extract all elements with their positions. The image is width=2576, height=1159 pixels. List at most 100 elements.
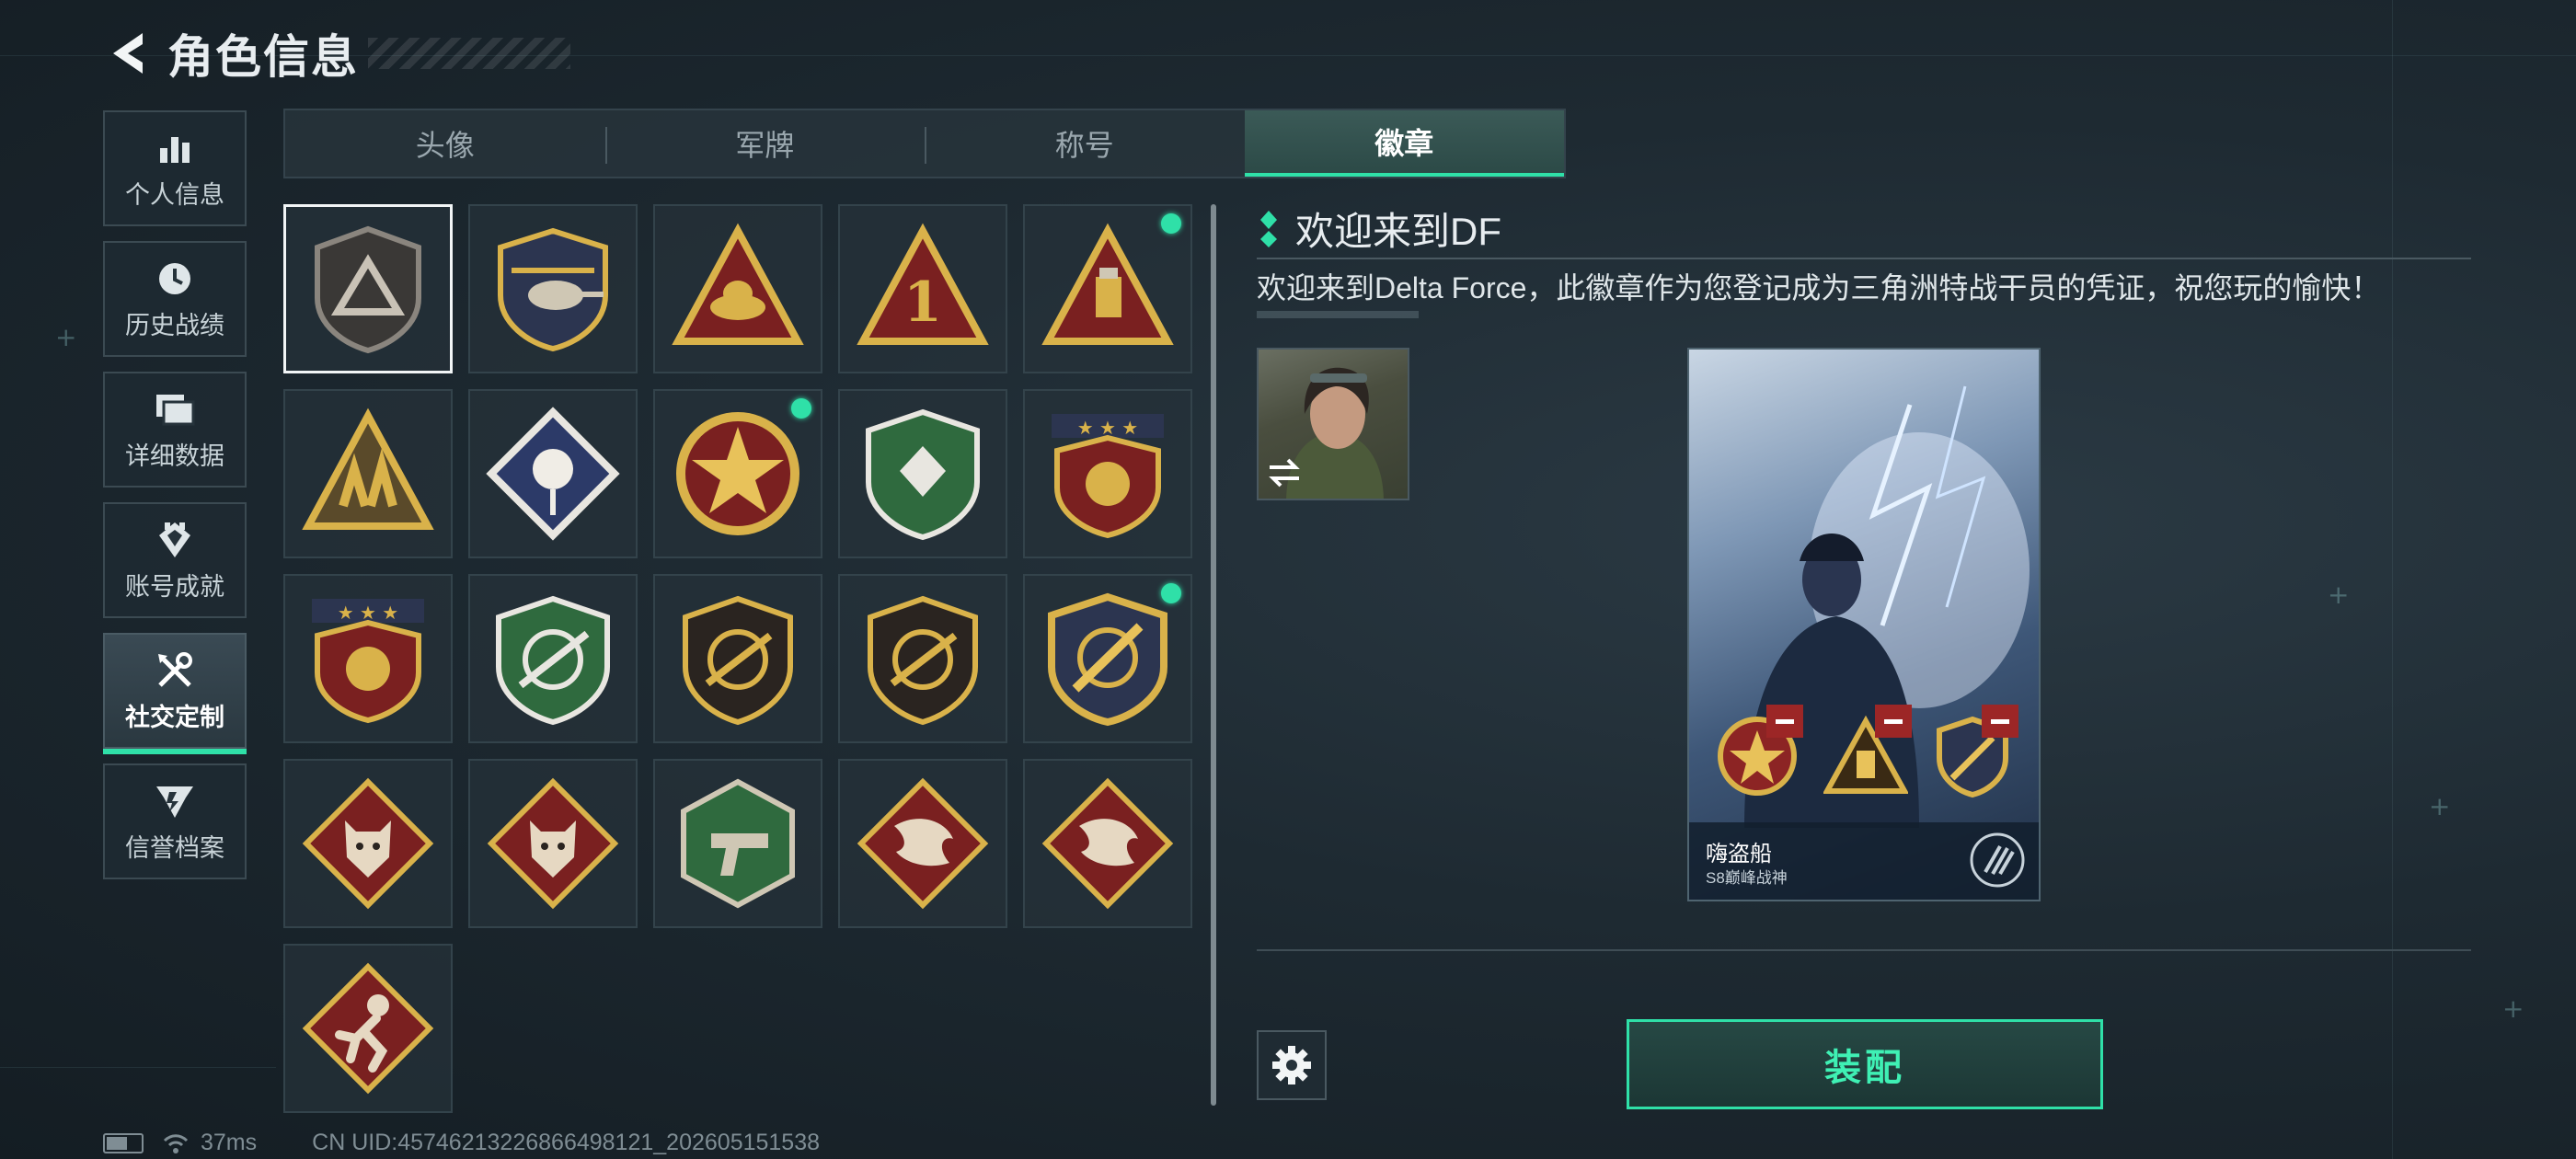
badge-item[interactable] <box>653 759 822 928</box>
equipped-badge-slot-1[interactable] <box>1715 705 1803 798</box>
badge-item[interactable] <box>1023 204 1192 373</box>
wifi-icon <box>163 1133 189 1153</box>
new-indicator-dot <box>1161 583 1181 603</box>
badge-diamond-dragon-2-icon <box>1041 777 1174 910</box>
badge-item[interactable] <box>468 759 638 928</box>
sidebar-item-history[interactable]: 历史战绩 <box>103 241 247 357</box>
badge-detail-title: 欢迎来到DF <box>1295 210 1501 253</box>
sidebar-item-label: 账号成就 <box>125 572 224 601</box>
badge-item[interactable] <box>468 389 638 558</box>
description-decoration <box>1257 311 1419 318</box>
remove-badge-button[interactable] <box>1766 705 1803 738</box>
divider <box>1257 258 2471 259</box>
sidebar-item-achievements[interactable]: 账号成就 <box>103 502 247 618</box>
folder-icon <box>154 388 196 430</box>
badge-item[interactable] <box>653 574 822 743</box>
badge-item[interactable]: ★ ★ ★ <box>1023 389 1192 558</box>
badge-dark-rifle-shield-2-icon <box>868 595 978 726</box>
badge-hex-green-pistol-icon <box>681 778 795 909</box>
page-title: 角色信息 <box>167 31 359 83</box>
badge-item[interactable] <box>838 759 1007 928</box>
card-info-bar: 嗨盗船 S8巅峰战神 <box>1689 822 2039 900</box>
sidebar-item-social-custom[interactable]: 社交定制 <box>103 633 247 754</box>
badge-green-shield-icon <box>866 408 980 541</box>
sidebar-item-label: 信誉档案 <box>125 833 224 862</box>
badge-green-rifle-shield-icon <box>496 595 610 726</box>
badge-detail-header: 欢迎来到DF <box>1259 201 1501 257</box>
tab-badge[interactable]: 徽章 <box>1244 110 1564 177</box>
badge-item[interactable] <box>838 389 1007 558</box>
new-indicator-dot <box>1161 213 1181 234</box>
remove-badge-button[interactable] <box>1982 705 2018 738</box>
sidebar-item-detailed-data[interactable]: 详细数据 <box>103 372 247 488</box>
sidebar-item-personal-info[interactable]: 个人信息 <box>103 110 247 226</box>
badge-diamond-rose-icon <box>486 407 620 541</box>
equipped-badge-slot-2[interactable] <box>1822 705 1912 798</box>
badge-diamond-wolf-icon <box>302 777 434 910</box>
settings-button[interactable] <box>1257 1030 1327 1100</box>
badge-triangle-lotus-icon <box>672 223 804 345</box>
new-indicator-dot <box>791 398 811 419</box>
badge-diamond-runner-icon <box>302 962 434 1095</box>
badge-item[interactable]: 1 <box>838 204 1007 373</box>
badge-item[interactable] <box>283 204 453 373</box>
sidebar: 个人信息 历史战绩 详细数据 账号成就 社交定制 信誉档案 <box>103 110 250 894</box>
badge-gold-knife-shield-icon <box>1048 592 1167 727</box>
badge-item[interactable] <box>283 944 453 1113</box>
rank-emblem-icon <box>1970 832 2025 888</box>
badge-item[interactable] <box>838 574 1007 743</box>
back-arrow-icon[interactable] <box>101 21 156 86</box>
badge-red-shield-gem-icon: ★ ★ ★ <box>312 599 424 724</box>
badge-helicopter-shield-icon <box>498 227 608 352</box>
badge-shield-triangle-icon <box>315 225 421 354</box>
tab-avatar[interactable]: 头像 <box>285 110 605 177</box>
badge-grid-scrollbar[interactable] <box>1211 204 1216 1106</box>
gear-icon <box>1272 1046 1311 1084</box>
sidebar-item-label: 社交定制 <box>125 703 224 731</box>
operator-avatar[interactable] <box>1257 348 1409 500</box>
title-decoration <box>368 38 570 69</box>
badge-item[interactable] <box>468 574 638 743</box>
remove-badge-button[interactable] <box>1875 705 1912 738</box>
badge-item[interactable]: ★ ★ ★ <box>283 574 453 743</box>
player-rank: S8巅峰战神 <box>1706 869 1788 887</box>
equip-button[interactable]: 装配 <box>1627 1019 2103 1109</box>
badge-triangle-one-icon: 1 <box>857 223 989 345</box>
badge-item[interactable] <box>1023 574 1192 743</box>
diamond-marker-icon <box>1260 210 1277 247</box>
status-bar: 37ms CN UID:4574621322686649812​1_202605… <box>103 1130 820 1156</box>
swap-icon[interactable] <box>1262 451 1306 495</box>
sidebar-item-credit-record[interactable]: 信誉档案 <box>103 763 247 879</box>
player-name: 嗨盗船 <box>1706 842 1772 866</box>
tab-title[interactable]: 称号 <box>925 110 1245 177</box>
badge-item[interactable] <box>653 204 822 373</box>
divider <box>1257 949 2471 951</box>
equipped-badge-slot-3[interactable] <box>1930 705 2018 798</box>
badge-item[interactable] <box>283 759 453 928</box>
sidebar-item-label: 历史战绩 <box>125 311 224 339</box>
clock-icon <box>154 258 196 300</box>
badge-item[interactable] <box>653 389 822 558</box>
battery-icon <box>103 1132 144 1153</box>
badge-diamond-wolf-2-icon <box>487 777 619 910</box>
badge-round-star-icon <box>676 412 799 535</box>
header: 角色信息 <box>101 20 570 86</box>
uid-text: CN UID:4574621322686649812​1_20260515153… <box>312 1130 821 1155</box>
badge-diamond-dragon-icon <box>857 777 989 910</box>
badge-item[interactable] <box>283 389 453 558</box>
badge-detail-description: 欢迎来到Delta Force，此徽章作为您登记成为三角洲特战干员的凭证，祝您玩… <box>1257 271 2381 304</box>
badge-item[interactable] <box>468 204 638 373</box>
credit-icon <box>154 780 196 822</box>
achievement-icon <box>154 519 196 561</box>
badge-item[interactable] <box>1023 759 1192 928</box>
bar-chart-icon <box>154 127 196 169</box>
tools-icon <box>154 649 196 692</box>
sidebar-item-label: 详细数据 <box>125 442 224 470</box>
player-card-preview: 嗨盗船 S8巅峰战神 <box>1687 348 2041 901</box>
tab-dog-tag[interactable]: 军牌 <box>604 110 926 177</box>
badge-dark-rifle-shield-icon <box>683 595 793 726</box>
badge-triangle-soldiers-icon <box>302 407 434 530</box>
badge-red-shield-stars-icon: ★ ★ ★ <box>1052 414 1164 539</box>
sidebar-item-label: 个人信息 <box>125 180 224 209</box>
badge-triangle-usb-icon <box>1041 223 1174 345</box>
